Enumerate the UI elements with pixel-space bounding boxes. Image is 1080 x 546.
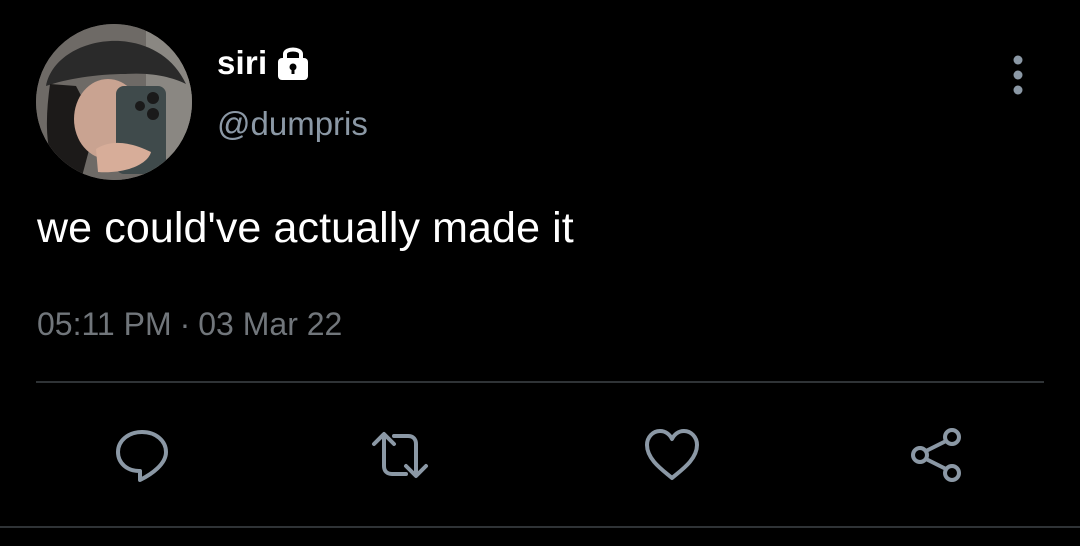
reply-icon	[116, 430, 168, 482]
reply-button[interactable]	[112, 426, 172, 484]
meta-separator: ·	[179, 306, 191, 342]
retweet-button[interactable]	[370, 426, 430, 484]
avatar[interactable]	[36, 24, 192, 180]
tweet-date: 03 Mar 22	[198, 306, 343, 342]
tweet-timestamp[interactable]: 05:11 PM · 03 Mar 22	[37, 306, 342, 343]
user-handle[interactable]: @dumpris	[217, 105, 368, 143]
share-button[interactable]	[906, 426, 966, 484]
divider	[36, 381, 1044, 383]
retweet-icon	[372, 432, 428, 478]
share-icon	[911, 428, 961, 482]
like-button[interactable]	[642, 426, 702, 484]
divider-bottom	[0, 526, 1080, 528]
more-vertical-icon[interactable]	[998, 52, 1038, 98]
tweet-time: 05:11 PM	[37, 306, 172, 342]
tweet-text: we could've actually made it	[37, 204, 574, 252]
lock-icon	[275, 43, 311, 83]
avatar-image	[36, 24, 192, 180]
display-name-row: siri	[217, 40, 311, 86]
display-name[interactable]: siri	[217, 44, 267, 82]
heart-icon	[645, 429, 699, 480]
tweet-card: siri @dumpris we could've actually made …	[0, 0, 1080, 546]
